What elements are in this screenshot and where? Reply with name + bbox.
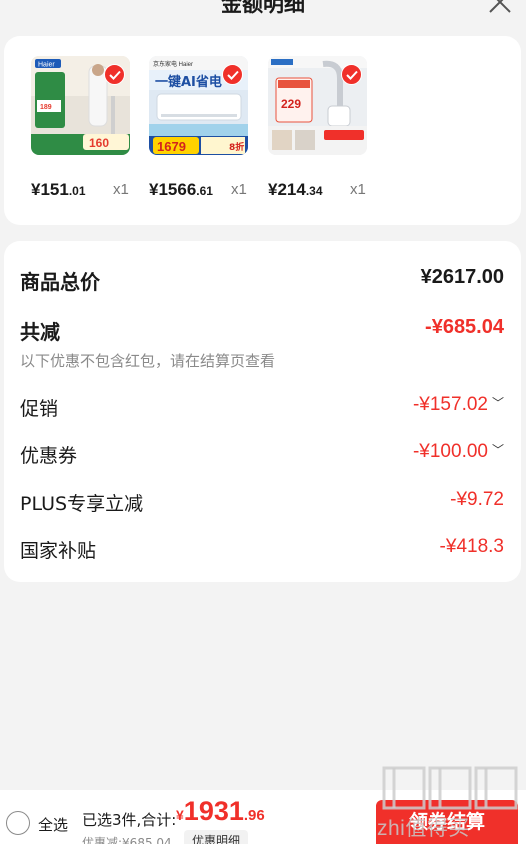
- product-quantity: x1: [350, 181, 366, 198]
- close-icon[interactable]: [486, 0, 514, 14]
- svg-text:8折: 8折: [229, 141, 244, 153]
- svg-text:189: 189: [40, 104, 52, 111]
- promotion-value[interactable]: -¥157.02 ﹀: [413, 394, 504, 416]
- total-reduction-row: 共减 -¥685.04: [20, 316, 504, 346]
- product-item[interactable]: 京东家电 Haier 一键AI省电 1679 8折 ¥1566.61 x1: [149, 56, 250, 199]
- plus-discount-label: PLUS专享立减: [20, 493, 144, 515]
- plus-discount-value: -¥9.72: [450, 489, 504, 510]
- coupon-label: 优惠券: [20, 445, 78, 467]
- svg-text:Haier: Haier: [38, 62, 55, 69]
- product-price: ¥151.01: [31, 180, 86, 199]
- promotion-label: 促销: [20, 398, 59, 420]
- svg-text:1679: 1679: [157, 139, 186, 154]
- checkbox-checked-icon[interactable]: [104, 64, 125, 85]
- coupon-row[interactable]: 优惠券 -¥100.00 ﹀: [20, 441, 504, 471]
- national-subsidy-row: 国家补贴 -¥418.3: [20, 536, 504, 566]
- plus-discount-row: PLUS专享立减 -¥9.72: [20, 489, 504, 519]
- svg-text:一键AI省电: 一键AI省电: [155, 74, 222, 90]
- product-image[interactable]: 229: [268, 56, 367, 155]
- product-price-row: ¥1566.61 x1: [149, 180, 269, 204]
- discount-note: 以下优惠不包含红包，请在结算页查看: [20, 352, 276, 370]
- product-item[interactable]: 229 ¥214.34 x1: [268, 56, 369, 199]
- product-price-row: ¥151.01 x1: [31, 180, 151, 204]
- product-price: ¥214.34: [268, 180, 323, 199]
- national-subsidy-label: 国家补贴: [20, 540, 97, 562]
- select-all-radio[interactable]: [6, 811, 30, 835]
- header: 金额明细: [0, 0, 526, 28]
- svg-text:160: 160: [89, 136, 109, 150]
- product-quantity: x1: [113, 181, 129, 198]
- total-amount: ¥1931.96: [176, 796, 265, 826]
- page-title: 金额明细: [221, 0, 305, 16]
- product-price-row: ¥214.34 x1: [268, 180, 388, 204]
- product-item[interactable]: Haier 189 160 ¥151.01 x1: [31, 56, 132, 199]
- selected-count-text: 已选3件,合计:: [82, 811, 177, 829]
- product-list-card: Haier 189 160 ¥151.01 x1 京东家电 Haier 一键AI…: [4, 36, 521, 225]
- coupon-value[interactable]: -¥100.00 ﹀: [413, 441, 504, 463]
- watermark-text: zhi值得买: [377, 817, 470, 840]
- product-image[interactable]: Haier 189 160: [31, 56, 130, 155]
- svg-text:229: 229: [281, 97, 301, 111]
- total-price-row: 商品总价 ¥2617.00: [20, 266, 504, 296]
- product-price: ¥1566.61: [149, 180, 213, 199]
- svg-text:京东家电 Haier: 京东家电 Haier: [153, 60, 193, 68]
- checkbox-checked-icon[interactable]: [341, 64, 362, 85]
- national-subsidy-value: -¥418.3: [439, 536, 504, 557]
- total-price-label: 商品总价: [20, 270, 100, 294]
- select-all-label[interactable]: 全选: [38, 814, 68, 835]
- discount-amount-text: 优惠减:¥685.04: [82, 836, 172, 844]
- total-price-value: ¥2617.00: [420, 266, 504, 288]
- chevron-down-icon[interactable]: ﹀: [492, 394, 504, 411]
- product-image[interactable]: 京东家电 Haier 一键AI省电 1679 8折: [149, 56, 248, 155]
- checkbox-checked-icon[interactable]: [222, 64, 243, 85]
- discount-detail-button[interactable]: 优惠明细: [184, 830, 249, 844]
- promotion-row[interactable]: 促销 -¥157.02 ﹀: [20, 394, 504, 424]
- product-quantity: x1: [231, 181, 247, 198]
- price-summary-card: 商品总价 ¥2617.00 共减 -¥685.04 以下优惠不包含红包，请在结算…: [4, 241, 521, 582]
- total-reduction-label: 共减: [20, 320, 60, 344]
- total-reduction-value: -¥685.04: [425, 316, 504, 338]
- chevron-down-icon[interactable]: ﹀: [492, 441, 504, 458]
